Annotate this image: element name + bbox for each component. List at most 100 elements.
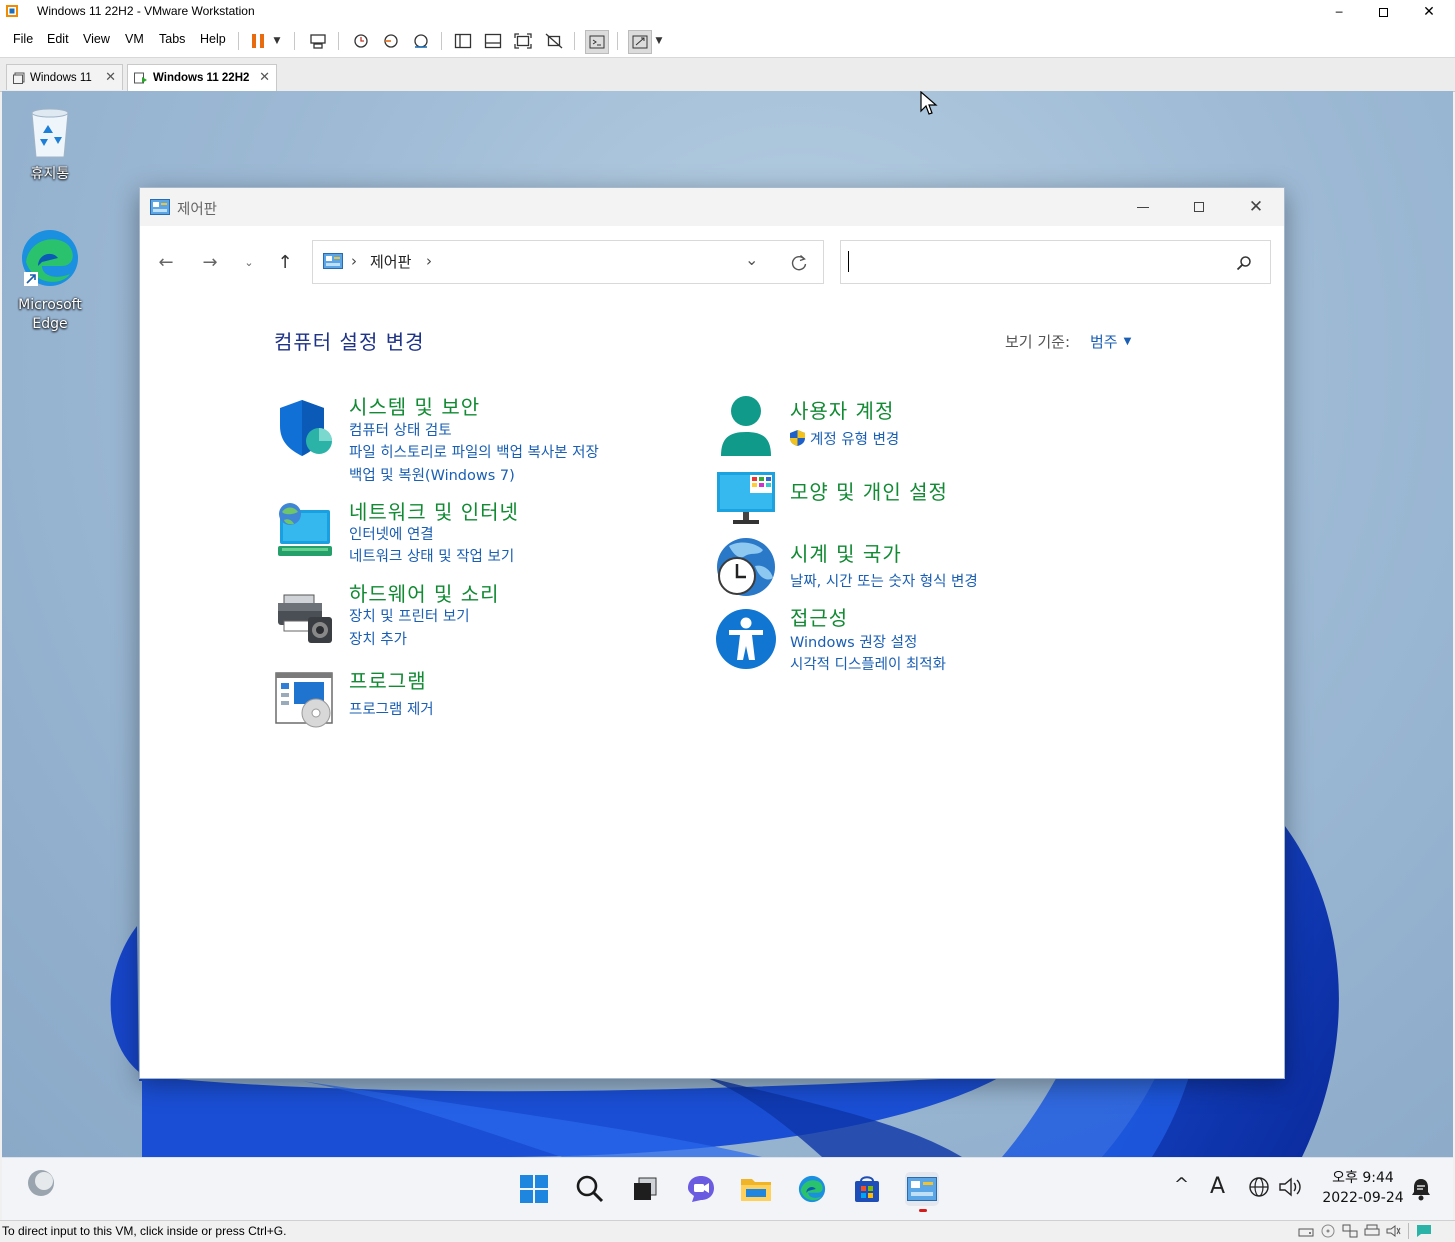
close-tab-icon[interactable]: ✕ [259, 69, 270, 85]
status-separator [1408, 1223, 1409, 1239]
breadcrumb-chevron[interactable]: › [426, 252, 432, 270]
network-adapter-icon[interactable] [1342, 1224, 1358, 1238]
recent-locations-chevron-icon[interactable]: ⌄ [237, 250, 261, 274]
revert-snapshot-icon[interactable] [380, 30, 402, 52]
power-dropdown-icon[interactable]: ▼ [270, 30, 284, 52]
programs-icon [275, 672, 333, 728]
menu-file[interactable]: File [13, 32, 33, 46]
vmware-tab-bar: Windows 11 ✕ Windows 11 22H2 ✕ [0, 58, 1455, 92]
edge-taskbar-button[interactable] [795, 1172, 829, 1206]
category-system-security[interactable]: 시스템 및 보안 [349, 391, 480, 420]
link-devices-printers[interactable]: 장치 및 프린터 보기 [349, 605, 470, 626]
menu-edit[interactable]: Edit [47, 32, 69, 46]
address-dropdown-icon[interactable]: ⌄ [745, 250, 758, 269]
menu-help[interactable]: Help [200, 32, 226, 46]
volume-icon[interactable] [1278, 1176, 1304, 1198]
search-icon[interactable] [1236, 255, 1252, 271]
desktop-icon-label: 휴지통 [30, 166, 70, 182]
control-panel-taskbar-button[interactable] [905, 1172, 939, 1206]
hard-disk-icon[interactable] [1298, 1224, 1314, 1238]
desktop-icon-recycle-bin[interactable]: 휴지통 [10, 103, 90, 183]
view-by-value: 범주 [1090, 333, 1118, 351]
thumbnail-view-icon[interactable] [482, 30, 504, 52]
snapshot-icon[interactable] [350, 30, 372, 52]
link-change-date-time-format[interactable]: 날짜, 시간 또는 숫자 형식 변경 [790, 570, 978, 591]
control-panel-title-bar[interactable]: 제어판 ✕ [140, 188, 1284, 226]
close-tab-icon[interactable]: ✕ [105, 69, 116, 85]
link-optimize-visual-display[interactable]: 시각적 디스플레이 최적화 [790, 653, 946, 674]
mouse-cursor-icon [920, 91, 938, 115]
link-windows-recommended-settings[interactable]: Windows 권장 설정 [790, 631, 917, 652]
show-hidden-icons-chevron-icon[interactable]: ^ [1174, 1174, 1189, 1195]
back-arrow-icon[interactable]: ← [154, 250, 178, 274]
cp-maximize-button[interactable] [1184, 192, 1214, 222]
link-network-status-tasks[interactable]: 네트워크 상태 및 작업 보기 [349, 545, 514, 566]
search-button[interactable] [573, 1172, 607, 1206]
cp-close-button[interactable]: ✕ [1241, 192, 1271, 222]
refresh-icon[interactable] [790, 254, 808, 272]
minimize-button[interactable]: ─ [1316, 0, 1362, 24]
snapshot-manager-icon[interactable] [410, 30, 432, 52]
category-user-accounts[interactable]: 사용자 계정 [790, 395, 894, 424]
library-view-icon[interactable] [452, 30, 474, 52]
stretch-guest-icon[interactable] [628, 30, 652, 54]
address-bar[interactable]: › 제어판 › ⌄ [312, 240, 824, 284]
stretch-dropdown-icon[interactable]: ▼ [652, 30, 666, 52]
notification-bell-icon[interactable] [1409, 1176, 1433, 1202]
up-arrow-icon[interactable]: ↑ [273, 250, 297, 274]
running-indicator [919, 1209, 927, 1212]
store-button[interactable] [850, 1172, 884, 1206]
control-panel-window[interactable]: 제어판 ✕ ← → ⌄ ↑ › 제어판 › ⌄ 컴퓨터 설정 변경 보기 기준:… [139, 187, 1285, 1079]
link-backup-restore[interactable]: 백업 및 복원(Windows 7) [349, 464, 515, 485]
category-appearance-personalization[interactable]: 모양 및 개인 설정 [790, 476, 948, 505]
view-by-dropdown[interactable]: 범주 ▼ [1090, 331, 1131, 352]
cp-minimize-button[interactable] [1128, 192, 1158, 222]
pause-icon[interactable] [247, 30, 269, 52]
search-input[interactable] [847, 247, 1231, 277]
network-internet-icon [278, 503, 332, 556]
menu-view[interactable]: View [83, 32, 110, 46]
vm-running-tab-icon [134, 72, 147, 84]
category-hardware-sound[interactable]: 하드웨어 및 소리 [349, 578, 500, 607]
taskbar-clock[interactable]: 오후 9:44 2022-09-24 [1318, 1168, 1408, 1208]
system-security-shield-icon [280, 400, 332, 456]
forward-arrow-icon[interactable]: → [198, 250, 222, 274]
toolbar-separator [574, 32, 575, 50]
close-button[interactable]: ✕ [1406, 0, 1452, 24]
start-button[interactable] [517, 1172, 551, 1206]
tab-windows-11-22h2[interactable]: Windows 11 22H2 ✕ [127, 64, 277, 91]
widgets-weather-icon[interactable] [26, 1168, 56, 1198]
cd-dvd-icon[interactable] [1321, 1224, 1335, 1238]
link-connect-internet[interactable]: 인터넷에 연결 [349, 523, 434, 544]
send-ctrl-alt-del-icon[interactable] [307, 30, 329, 52]
file-explorer-button[interactable] [739, 1172, 773, 1206]
chat-button[interactable] [684, 1172, 718, 1206]
menu-vm[interactable]: VM [125, 32, 144, 46]
maximize-button[interactable] [1360, 0, 1406, 24]
unity-icon[interactable] [543, 30, 565, 52]
full-screen-icon[interactable] [512, 30, 534, 52]
category-clock-region[interactable]: 시계 및 국가 [790, 538, 902, 567]
link-uninstall-program[interactable]: 프로그램 제거 [349, 698, 434, 719]
breadcrumb-control-panel[interactable]: 제어판 [370, 251, 411, 272]
search-box[interactable] [840, 240, 1271, 284]
category-accessibility[interactable]: 접근성 [790, 602, 848, 631]
desktop-icon-edge[interactable]: Microsoft Edge [10, 226, 90, 334]
link-add-device[interactable]: 장치 추가 [349, 628, 407, 649]
console-view-icon[interactable] [585, 30, 609, 54]
sound-card-icon[interactable] [1386, 1224, 1402, 1238]
category-network-internet[interactable]: 네트워크 및 인터넷 [349, 496, 519, 525]
network-globe-icon[interactable] [1248, 1176, 1272, 1200]
task-view-button[interactable] [628, 1172, 662, 1206]
vmware-menu-bar: File Edit View VM Tabs Help ▼ ▼ [0, 24, 1455, 58]
message-log-icon[interactable] [1416, 1224, 1432, 1238]
category-programs[interactable]: 프로그램 [349, 665, 427, 694]
link-file-history-backup[interactable]: 파일 히스토리로 파일의 백업 복사본 저장 [349, 441, 599, 462]
tab-windows-11[interactable]: Windows 11 ✕ [6, 64, 123, 90]
tab-label: Windows 11 [30, 71, 92, 84]
printer-icon[interactable] [1364, 1224, 1380, 1238]
ime-indicator[interactable]: A [1210, 1174, 1225, 1199]
link-review-computer-status[interactable]: 컴퓨터 상태 검토 [349, 419, 452, 440]
link-change-account-type[interactable]: 계정 유형 변경 [810, 428, 899, 449]
menu-tabs[interactable]: Tabs [159, 32, 185, 46]
